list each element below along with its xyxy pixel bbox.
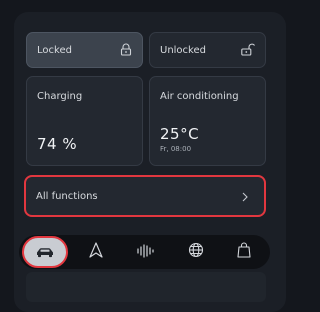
bottom-nav-bar xyxy=(19,235,270,269)
unlocked-button[interactable]: Unlocked xyxy=(149,32,266,68)
locked-label: Locked xyxy=(37,44,72,56)
nav-item-navigation[interactable] xyxy=(76,235,116,269)
air-conditioning-title: Air conditioning xyxy=(160,91,239,102)
charging-value: 74 % xyxy=(37,135,78,153)
temperature-value: 25°C xyxy=(160,125,200,143)
unlocked-label: Unlocked xyxy=(160,44,206,56)
nav-item-media[interactable] xyxy=(126,235,166,269)
all-functions-label: All functions xyxy=(36,190,98,202)
schedule-time: Fr, 08:00 xyxy=(160,145,192,153)
lock-open-icon xyxy=(241,41,255,60)
all-functions-button[interactable]: All functions xyxy=(24,175,266,217)
next-card-peek xyxy=(26,272,266,302)
nav-item-car[interactable] xyxy=(22,235,68,269)
car-icon xyxy=(35,243,55,262)
globe-icon xyxy=(188,242,204,262)
lock-closed-icon xyxy=(120,41,132,60)
navigation-arrow-icon xyxy=(89,242,103,262)
nav-item-connectivity[interactable] xyxy=(176,235,216,269)
charging-tile[interactable]: Charging 74 % xyxy=(26,76,143,166)
audio-waveform-icon xyxy=(137,243,155,262)
locked-button[interactable]: Locked xyxy=(26,32,143,68)
shopping-bag-icon xyxy=(237,242,251,262)
charging-title: Charging xyxy=(37,91,83,102)
air-conditioning-tile[interactable]: Air conditioning 25°C Fr, 08:00 xyxy=(149,76,266,166)
nav-item-shop[interactable] xyxy=(224,235,264,269)
chevron-right-icon xyxy=(242,187,248,206)
